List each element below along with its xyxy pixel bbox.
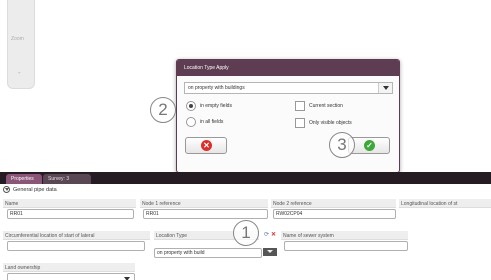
collapse-icon[interactable] xyxy=(3,186,10,193)
callout-marker-1: 1 xyxy=(233,220,259,246)
checkbox[interactable] xyxy=(295,101,305,111)
checkbox[interactable] xyxy=(295,118,305,128)
tab-survey[interactable]: Survey: 3 xyxy=(43,174,91,184)
clear-icon[interactable]: ✕ xyxy=(270,232,277,239)
zoom-panel[interactable]: Zoom - xyxy=(7,0,35,89)
dialog-title: Location Type Apply xyxy=(177,60,399,76)
header-name: Name xyxy=(3,199,136,208)
location-type-field[interactable]: on property with build xyxy=(154,248,262,258)
zoom-label: Zoom xyxy=(11,36,24,42)
cancel-icon: ✕ xyxy=(201,140,212,151)
checkbox-current-section[interactable]: Current section xyxy=(295,101,343,111)
radio-all-fields[interactable]: in all fields xyxy=(186,117,223,127)
cancel-button[interactable]: ✕ xyxy=(185,137,227,154)
location-type-select[interactable]: on property with buildings xyxy=(184,82,393,94)
header-node1-reference: Node 1 reference xyxy=(140,199,268,208)
zoom-out-button[interactable]: - xyxy=(18,69,21,77)
radio-all-fields-label: in all fields xyxy=(200,119,224,125)
radio-button-checked[interactable] xyxy=(186,101,196,111)
header-longitudinal-location: Longitudinal location of st xyxy=(399,199,491,208)
checkmark-icon: ✓ xyxy=(364,140,375,151)
callout-marker-2: 2 xyxy=(150,97,176,123)
radio-button[interactable] xyxy=(186,117,196,127)
header-land-ownership: Land ownership xyxy=(3,263,135,272)
chevron-down-icon[interactable] xyxy=(378,83,392,93)
node2-reference-field[interactable]: RW02CP04 xyxy=(273,209,396,219)
checkbox-only-visible-label: Only visible objects xyxy=(309,120,352,126)
checkbox-only-visible[interactable]: Only visible objects xyxy=(295,118,352,128)
tab-bar: Properties Survey: 3 xyxy=(0,172,491,184)
tab-properties[interactable]: Properties xyxy=(6,174,42,184)
checkbox-current-section-label: Current section xyxy=(309,103,343,109)
location-type-dropdown-button[interactable] xyxy=(263,248,277,256)
sewer-system-field[interactable] xyxy=(284,241,408,251)
radio-empty-fields-label: in empty fields xyxy=(200,103,232,109)
radio-empty-fields[interactable]: in empty fields xyxy=(186,101,232,111)
header-node2-reference: Node 2 reference xyxy=(271,199,396,208)
header-circumferential-location: Circumferential location of start of lat… xyxy=(3,231,150,240)
location-type-apply-dialog: Location Type Apply on property with bui… xyxy=(176,59,400,173)
circumferential-location-field[interactable] xyxy=(7,241,145,251)
section-general-pipe-data[interactable]: General pipe data xyxy=(3,186,57,193)
callout-marker-3: 3 xyxy=(329,132,355,158)
node1-reference-field[interactable]: RR01 xyxy=(143,209,268,219)
section-title: General pipe data xyxy=(13,186,57,193)
name-field[interactable]: RR01 xyxy=(7,209,134,219)
header-name-of-sewer-system: Name of sewer system xyxy=(281,231,408,240)
land-ownership-select[interactable] xyxy=(7,273,135,280)
location-type-select-value: on property with buildings xyxy=(188,85,245,91)
apply-icon[interactable]: ⟳ xyxy=(263,232,270,239)
